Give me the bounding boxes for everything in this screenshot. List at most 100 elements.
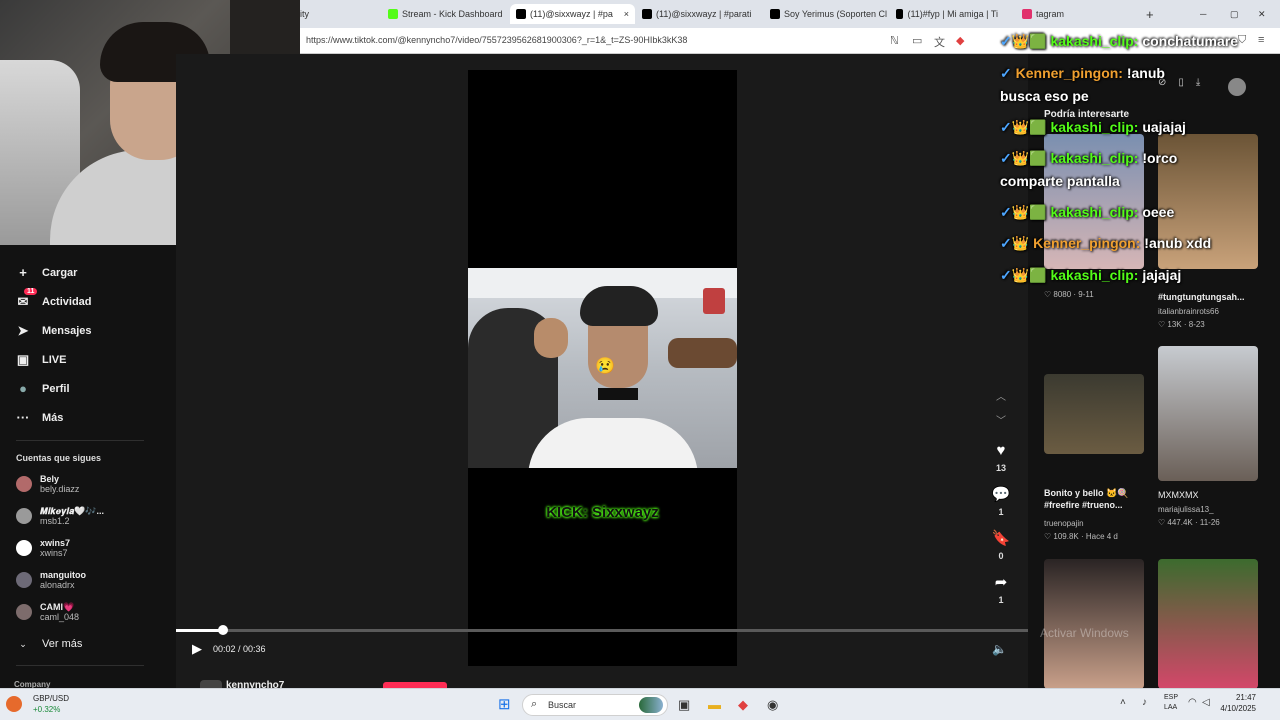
- kick-overlay-text: KICK: Sixxwayz: [546, 504, 659, 521]
- taskbar-search[interactable]: ⌕ Buscar: [522, 694, 668, 716]
- volume-icon[interactable]: 🔈: [992, 642, 1007, 656]
- plus-icon: +: [1146, 6, 1154, 22]
- brave-shield-icon[interactable]: ◆: [956, 34, 964, 47]
- following-item[interactable]: xwins7 xwins7: [16, 538, 70, 558]
- screen-icon[interactable]: ▭: [912, 34, 922, 47]
- file-explorer-icon[interactable]: ▬: [708, 697, 721, 712]
- progress-bar[interactable]: [176, 629, 1028, 632]
- share-button[interactable]: ➦ 1: [990, 573, 1012, 605]
- chevron-down-icon[interactable]: ﹀: [996, 412, 1006, 427]
- phone-icon[interactable]: ▯: [1178, 77, 1184, 88]
- browser-tab-active[interactable]: (11)@sixxwayz | #pa ×: [510, 4, 635, 24]
- chevron-up-icon[interactable]: ︿: [996, 388, 1006, 403]
- play-button[interactable]: ▶: [192, 641, 202, 657]
- stocks-widget-icon[interactable]: [6, 696, 22, 712]
- nav-item-live[interactable]: ▣ LIVE: [16, 352, 67, 368]
- menu-icon[interactable]: ≡: [1258, 34, 1264, 46]
- browser-tab[interactable]: Soy Yerimus (Soporten Cl: [770, 4, 888, 24]
- browser-tab[interactable]: ity: [300, 4, 320, 24]
- search-label: Buscar: [548, 700, 577, 710]
- like-button[interactable]: ♥ 13: [990, 442, 1012, 473]
- avatar: [16, 540, 32, 556]
- send-icon: ➤: [17, 323, 29, 338]
- maximize-button[interactable]: ▢: [1230, 4, 1240, 24]
- recommendation-stats: ♡ 447.4K · 11-26: [1158, 518, 1220, 527]
- recommendation-caption[interactable]: MXMXMX: [1158, 489, 1268, 501]
- volume-icon[interactable]: ◁: [1202, 697, 1210, 708]
- obs-icon[interactable]: ◉: [767, 697, 778, 713]
- recommendation-caption[interactable]: #tungtungtungsah...: [1158, 291, 1268, 303]
- clock-date[interactable]: 4/10/2025: [1210, 704, 1256, 713]
- following-name: 𝑴𝒊𝒌𝒆𝒚𝒍𝒂🤍🎶...: [40, 506, 104, 516]
- following-item[interactable]: 𝑴𝒊𝒌𝒆𝒚𝒍𝒂🤍🎶... msb1.2: [16, 506, 104, 526]
- nav-item-messages[interactable]: ➤ Mensajes: [16, 323, 92, 339]
- shield-icon[interactable]: ⛉: [1238, 34, 1246, 47]
- translate-icon[interactable]: 文: [934, 34, 945, 50]
- see-more-label: Ver más: [42, 638, 83, 650]
- browser-tab[interactable]: (11)@sixxwayz | #parati: [642, 4, 762, 24]
- windows-start-icon[interactable]: ⊞: [498, 695, 511, 713]
- video-player-area: 😢 KICK: Sixxwayz ︿ ﹀ ♥ 13 💬 1 🔖 0 ➦ 1 ▶ …: [176, 54, 1028, 688]
- avatar[interactable]: [1228, 78, 1246, 96]
- divider: [16, 665, 144, 666]
- see-more-button[interactable]: ⌄ Ver más: [16, 638, 82, 650]
- progress-handle[interactable]: [218, 625, 229, 635]
- microphone-icon[interactable]: ♪: [1142, 697, 1147, 708]
- nav-item-more[interactable]: ··· Más: [16, 410, 64, 425]
- recommendation-stats: ♡ 13K · 8-23: [1158, 320, 1205, 329]
- recommendation-thumbnail[interactable]: [1158, 134, 1258, 269]
- link-icon[interactable]: ⊘: [1158, 77, 1166, 88]
- download-icon[interactable]: ⤓: [1196, 77, 1200, 88]
- video-content[interactable]: 😢: [468, 268, 737, 468]
- comment-button[interactable]: 💬 1: [990, 485, 1012, 517]
- recommendation-thumbnail[interactable]: [1044, 559, 1144, 688]
- address-bar[interactable]: https://www.tiktok.com/@kennyncho7/video…: [300, 28, 1280, 54]
- save-button[interactable]: 🔖 0: [990, 529, 1012, 561]
- minimize-button[interactable]: ─: [1200, 4, 1210, 24]
- close-tab-icon[interactable]: ×: [624, 9, 629, 19]
- recommendation-user[interactable]: truenopajin: [1044, 519, 1084, 528]
- following-item[interactable]: manguitoo alonadrx: [16, 570, 86, 590]
- task-view-icon[interactable]: ▣: [678, 697, 690, 713]
- tiktok-icon: [642, 9, 652, 19]
- url-text[interactable]: https://www.tiktok.com/@kennyncho7/video…: [306, 35, 687, 45]
- following-handle: msb1.2: [40, 516, 70, 526]
- nav-item-profile[interactable]: ● Perfil: [16, 381, 70, 396]
- close-window-button[interactable]: ✕: [1258, 4, 1268, 24]
- brave-browser-icon[interactable]: ◆: [738, 697, 748, 713]
- clock-time[interactable]: 21:47: [1220, 693, 1256, 702]
- neck-wrap: [598, 388, 638, 400]
- tiktok-icon: [896, 9, 904, 19]
- reader-icon[interactable]: ℕ: [890, 34, 899, 47]
- recommendation-thumbnail[interactable]: [1158, 346, 1258, 481]
- wifi-icon[interactable]: ◠: [1188, 697, 1197, 708]
- recommendation-thumbnail[interactable]: [1044, 374, 1144, 454]
- nav-label: Perfil: [42, 382, 70, 395]
- recommendation-user[interactable]: italianbrainrots66: [1158, 307, 1219, 316]
- following-item[interactable]: CAMI💗 caml_048: [16, 602, 79, 622]
- recommendation-thumbnail[interactable]: [1158, 559, 1258, 688]
- recommendation-user[interactable]: mariajulissa13_: [1158, 505, 1214, 514]
- recommendation-caption[interactable]: Bonito y bello 🐱🍭 #freefire #trueno...: [1044, 487, 1154, 513]
- author-avatar[interactable]: [200, 680, 222, 688]
- language-code[interactable]: ESP: [1164, 694, 1178, 701]
- comment-icon: 💬: [991, 486, 1011, 503]
- chevron-up-icon[interactable]: ˄: [1120, 697, 1126, 708]
- following-item[interactable]: Bely bely.diazz: [16, 474, 79, 494]
- recommendations-panel: ⊘ ▯ ⤓ Podría interesarte ♡ 8080 · 9-11 #…: [1028, 54, 1280, 688]
- tab-label: (11)@sixxwayz | #pa: [530, 9, 613, 19]
- recommendation-thumbnail[interactable]: [1044, 134, 1144, 269]
- search-highlight-icon: [639, 697, 663, 713]
- nav-label: Cargar: [42, 266, 78, 279]
- nav-item-upload[interactable]: + Cargar: [16, 265, 77, 280]
- new-tab-button[interactable]: +: [1146, 4, 1160, 24]
- hair-center: [580, 286, 658, 326]
- ticker-symbol[interactable]: GBP/USD: [33, 694, 69, 703]
- author-name[interactable]: kennyncho7: [226, 680, 284, 688]
- browser-tab[interactable]: (11)#fyp | Mi amiga | Ti: [896, 4, 998, 24]
- nav-item-activity[interactable]: ✉ 11 Actividad: [16, 288, 92, 310]
- nav-label: Actividad: [42, 296, 92, 308]
- browser-tab[interactable]: tagram: [1022, 4, 1092, 24]
- tab-label: (11)#fyp | Mi amiga | Ti: [907, 9, 998, 19]
- browser-tab[interactable]: Stream - Kick Dashboard: [388, 4, 506, 24]
